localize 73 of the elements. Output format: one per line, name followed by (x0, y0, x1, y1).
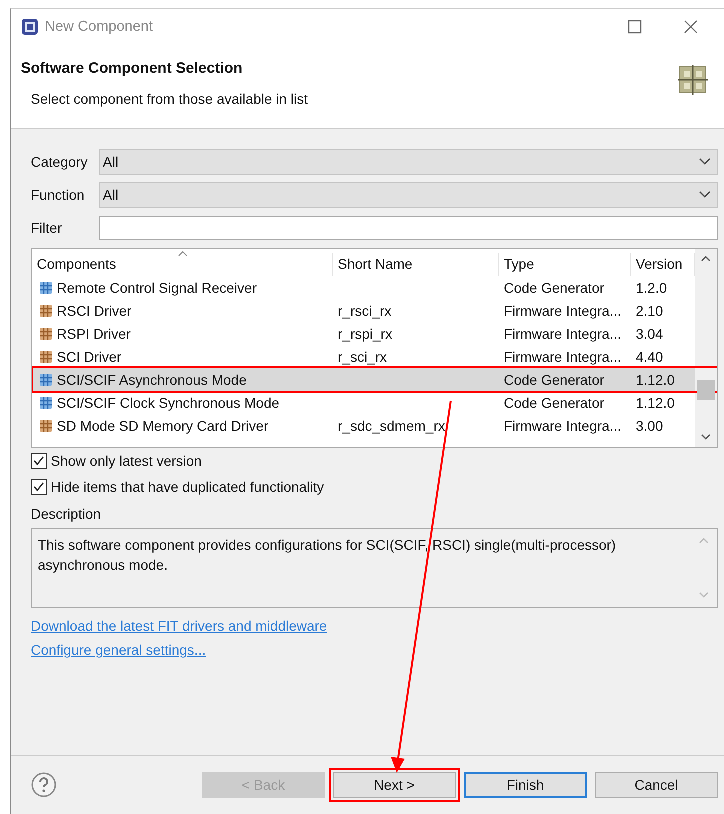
table-row[interactable]: Remote Control Signal Receiver Code Generator 1.2.0 (32, 276, 695, 299)
sort-caret-icon (178, 251, 188, 257)
checkbox[interactable] (31, 453, 47, 469)
table-cell: Firmware Integra... (504, 326, 622, 342)
table-cell: Firmware Integra... (504, 302, 622, 318)
grid-icon (39, 372, 53, 386)
table-cell: r_sdc_sdmem_rx (338, 418, 446, 434)
table-cell: 2.10 (636, 302, 664, 318)
table-row[interactable]: SCI Driver r_sci_rx Firmware Integra... 4.40 (32, 345, 695, 368)
table-cell: SCI Driver (57, 348, 122, 364)
table-cell: 1.2.0 (636, 280, 668, 296)
chip-icon (21, 18, 39, 36)
table-cell: RSCI Driver (57, 302, 132, 318)
table-cell: SCI/SCIF Clock Synchronous Mode (57, 394, 280, 410)
dialog-button[interactable]: Next > (333, 772, 456, 798)
table-row[interactable]: RSCI Driver r_rsci_rx Firmware Integra... 2.10 (32, 299, 695, 322)
link[interactable]: Download the latest FIT drivers and middleware (31, 618, 328, 634)
link[interactable]: Configure general settings... (31, 642, 206, 658)
dropdown-field[interactable]: All (99, 182, 718, 208)
page-subtitle: Select component from those available in list (31, 91, 310, 107)
table-cell: SCI/SCIF Asynchronous Mode (57, 372, 247, 388)
table-cell: 4.40 (636, 348, 664, 364)
help-icon[interactable] (31, 772, 57, 798)
table-cell: Firmware Integra... (504, 348, 622, 364)
grid-icon (39, 304, 53, 318)
checkbox-label[interactable]: Show only latest version (51, 453, 202, 469)
field-label: Function (31, 187, 86, 203)
table-cell: r_sci_rx (338, 348, 388, 364)
dialog-button[interactable]: Cancel (595, 772, 718, 798)
column-header[interactable]: Type (499, 253, 631, 276)
scrollbar[interactable] (695, 249, 717, 447)
scroll-up-icon[interactable] (701, 255, 711, 262)
chevron-down-icon (699, 191, 711, 199)
checkbox[interactable] (31, 479, 47, 495)
field-label: Category (31, 154, 89, 170)
column-header[interactable]: Components (32, 253, 333, 276)
window-title: New Component (45, 19, 153, 35)
scroll-down-icon[interactable] (701, 434, 711, 441)
table-cell: SD Mode SD Memory Card Driver (57, 418, 269, 434)
column-header[interactable]: Short Name (333, 253, 499, 276)
table-row[interactable]: SCI/SCIF Clock Synchronous Mode Code Generator 1.12.0 (32, 391, 695, 414)
table-cell: r_rspi_rx (338, 326, 392, 342)
description-label: Description (31, 506, 102, 522)
table-row[interactable]: RSPI Driver r_rspi_rx Firmware Integra... 3.04 (32, 322, 695, 345)
grid-icon (39, 326, 53, 340)
table-cell: Code Generator (504, 280, 604, 296)
chevron-down-icon (699, 158, 711, 166)
filter-field[interactable] (99, 216, 718, 240)
table-cell: Remote Control Signal Receiver (57, 280, 257, 296)
table-cell: RSPI Driver (57, 326, 131, 342)
table-cell: Firmware Integra... (504, 418, 622, 434)
table-cell: Code Generator (504, 372, 604, 388)
grid-icon (39, 418, 53, 432)
field-label: Filter (31, 220, 64, 236)
checkbox-label[interactable]: Hide items that have duplicated functionality (51, 479, 324, 495)
description-text: This software component provides configurations for SCI(SCIF, RSCI) single(multi-processor) asynchronous mode. (38, 536, 618, 575)
page-title: Software Component Selection (21, 60, 244, 77)
dropdown-field[interactable]: All (99, 149, 718, 175)
grid-icon (39, 396, 53, 410)
grid-icon (39, 350, 53, 364)
close-icon[interactable] (684, 20, 698, 34)
scrollbar-thumb[interactable] (697, 380, 715, 400)
table-row[interactable]: SD Mode SD Memory Card Driver r_sdc_sdmem_rx Firmware Integra... 3.00 (32, 414, 695, 437)
maximize-icon[interactable] (628, 20, 642, 34)
component-grid-icon (678, 65, 708, 95)
table-cell: 3.04 (636, 326, 664, 342)
table-cell: 1.12.0 (636, 372, 675, 388)
grid-icon (39, 280, 53, 294)
table-cell: 3.00 (636, 418, 664, 434)
table-cell: 1.12.0 (636, 394, 675, 410)
table-cell: r_rsci_rx (338, 302, 392, 318)
dialog-button[interactable]: Finish (464, 772, 587, 798)
table-cell: Code Generator (504, 394, 604, 410)
